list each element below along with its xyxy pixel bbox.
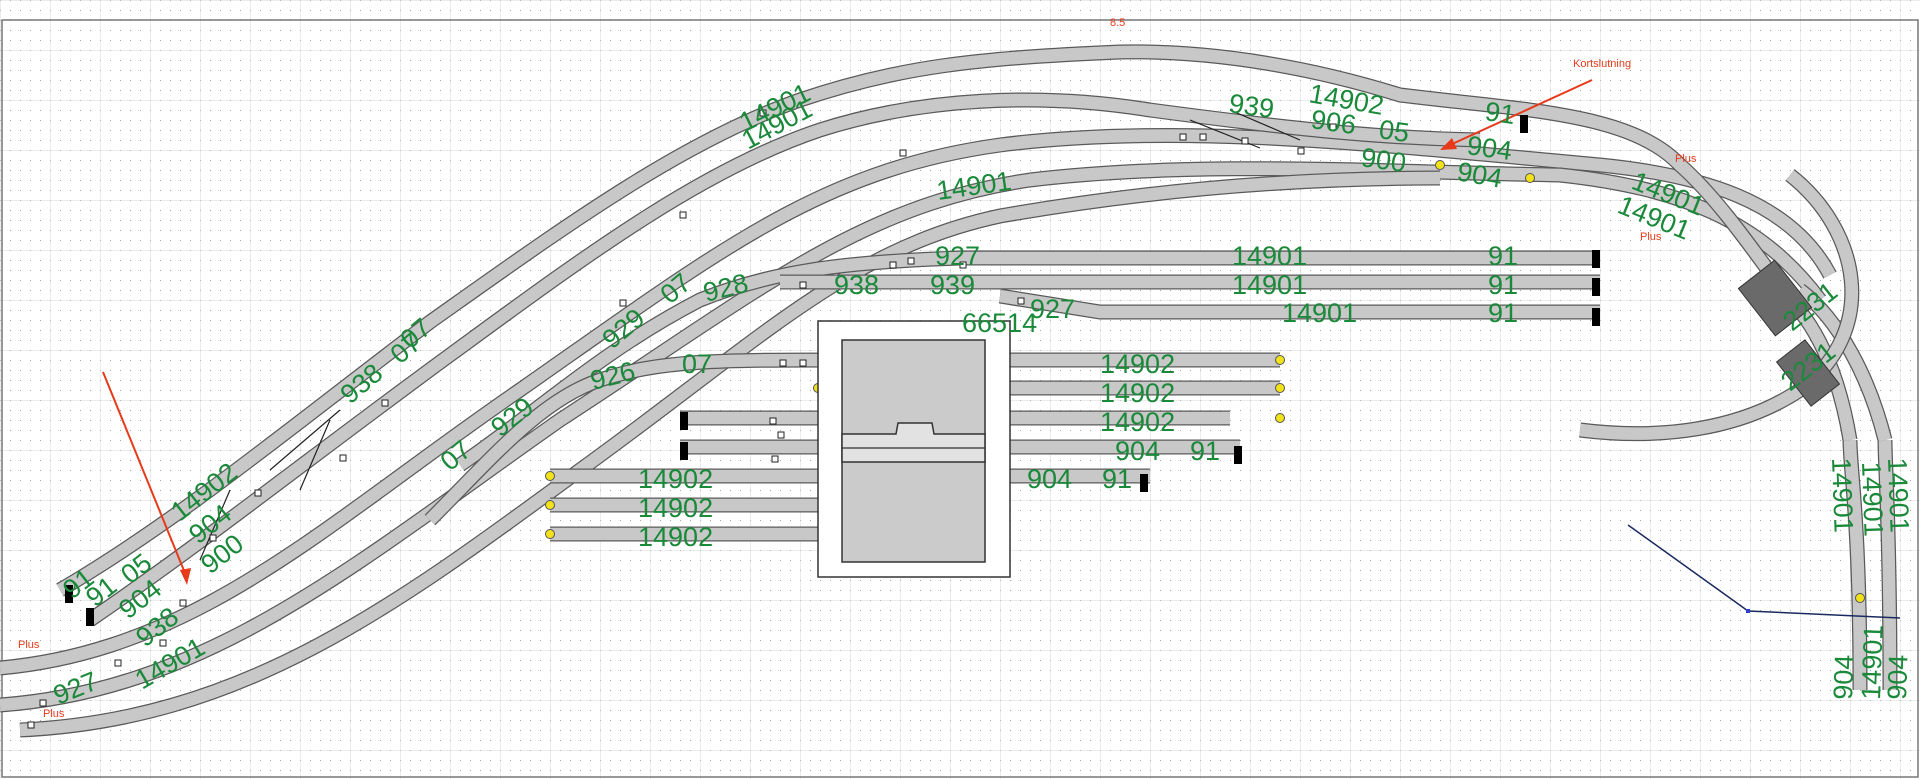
track-label: 14901 xyxy=(1856,461,1889,537)
buffer-stop xyxy=(1520,115,1528,133)
track-connector xyxy=(907,257,915,265)
track-connector xyxy=(27,721,35,729)
track-connector xyxy=(889,261,897,269)
signal-lamp xyxy=(1275,355,1285,365)
signal-lamp xyxy=(1435,160,1445,170)
track-connector xyxy=(777,431,785,439)
buffer-stop xyxy=(680,442,688,460)
track-connector xyxy=(1241,137,1249,145)
track-connector xyxy=(619,299,627,307)
track-connector xyxy=(679,211,687,219)
track-label: 939 xyxy=(1227,88,1276,124)
top-label: 8.5 xyxy=(1110,17,1125,29)
track-label: 14901 xyxy=(1232,241,1307,271)
track-label: 904 xyxy=(1828,654,1860,700)
signal-lamp xyxy=(1275,383,1285,393)
track-label: 14902 xyxy=(1100,349,1175,379)
signal-lamp xyxy=(1275,413,1285,423)
track-connector xyxy=(1179,133,1187,141)
track-label: 938 xyxy=(834,270,879,300)
track-connector xyxy=(899,149,907,157)
track-label: 14902 xyxy=(638,493,713,523)
annotation-plus: Plus xyxy=(1675,153,1697,165)
track-connector xyxy=(254,489,262,497)
track-connector xyxy=(1297,147,1305,155)
track-connector xyxy=(339,454,347,462)
signal-lamp xyxy=(545,529,555,539)
track-connector xyxy=(381,399,389,407)
transfer-table xyxy=(817,320,1011,578)
track-label: 904 xyxy=(1115,436,1160,466)
track-label: 900 xyxy=(1359,142,1408,178)
track-label: 14902 xyxy=(1100,407,1175,437)
track-label: 927 xyxy=(935,241,980,271)
track-connector xyxy=(179,599,187,607)
track-connector xyxy=(769,417,777,425)
signal-lamp xyxy=(545,471,555,481)
track-connector xyxy=(1017,297,1025,305)
track-label: 07 xyxy=(682,349,712,379)
track-label: 91 xyxy=(1488,270,1518,300)
track-label: 904 xyxy=(1882,654,1914,700)
annotation-kortslutning: Kortslutning xyxy=(1573,58,1631,70)
track-layout-diagram: 8.5 Kortslutning Plus Plus Plus Plus 149… xyxy=(0,0,1920,779)
track-label: 14901 xyxy=(1232,270,1307,300)
track-label: 14902 xyxy=(1100,378,1175,408)
track-connector xyxy=(114,659,122,667)
signal-lamp xyxy=(545,500,555,510)
track-label: 05 xyxy=(1377,114,1411,148)
track-label: 906 xyxy=(1309,104,1358,140)
track-label: 91 xyxy=(1488,298,1518,328)
track-label: 904 xyxy=(1027,464,1072,494)
annotation-plus: Plus xyxy=(18,639,40,651)
buffer-stop xyxy=(680,412,688,430)
track-connector xyxy=(799,281,807,289)
track-label: 66514 xyxy=(962,308,1037,338)
buffer-stop xyxy=(1234,446,1242,464)
track-label: 91 xyxy=(1102,464,1132,494)
track-label: 939 xyxy=(930,270,975,300)
track-label: 14901 xyxy=(1282,298,1357,328)
signal-lamp xyxy=(1855,593,1865,603)
track-connector xyxy=(1199,133,1207,141)
buffer-stop xyxy=(86,608,94,626)
track-connector xyxy=(771,455,779,463)
track-label: 14902 xyxy=(638,464,713,494)
track-connector xyxy=(39,699,47,707)
track-connector xyxy=(799,359,807,367)
track-label: 91 xyxy=(1483,96,1517,130)
track-label: 91 xyxy=(1488,241,1518,271)
track-label: 91 xyxy=(1190,436,1220,466)
buffer-stop xyxy=(1592,308,1600,326)
buffer-stop xyxy=(1140,474,1148,492)
track-label: 14902 xyxy=(638,522,713,552)
signal-lamp xyxy=(1525,173,1535,183)
buffer-stop xyxy=(1592,278,1600,296)
buffer-stop xyxy=(1592,250,1600,268)
track-label: 14901 xyxy=(1826,457,1859,533)
track-connector xyxy=(779,359,787,367)
